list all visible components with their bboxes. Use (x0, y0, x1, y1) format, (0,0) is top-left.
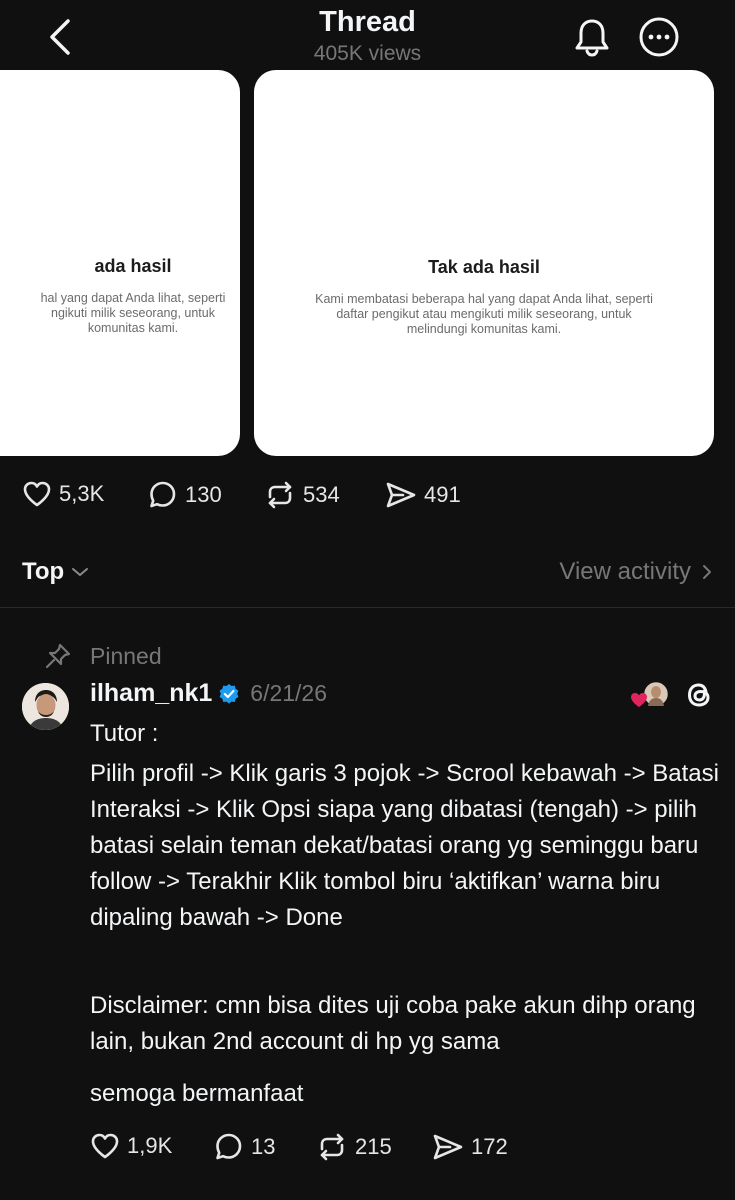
chevron-down-icon (72, 568, 89, 576)
sort-label: Top (22, 558, 65, 585)
share-button[interactable]: 491 (385, 480, 461, 510)
like-button[interactable]: 5,3K (22, 480, 104, 508)
image-text: Kami membatasi beberapa hal yang dapat A… (315, 292, 653, 336)
post-text-line: Tutor : (90, 720, 159, 747)
attached-image-2[interactable]: Tak ada hasil Kami membatasi beberapa ha… (254, 70, 714, 456)
post-text-paragraph: semoga bermanfaat (90, 1080, 304, 1107)
repost-count: 215 (355, 1134, 392, 1159)
like-count: 1,9K (127, 1133, 173, 1158)
divider (0, 607, 735, 608)
like-button[interactable]: 1,9K (90, 1132, 172, 1160)
comment-icon (150, 481, 176, 508)
image-text: hal yang dapat Anda lihat, seperti ngiku… (40, 291, 226, 335)
view-count: 405K views (313, 42, 422, 65)
share-count: 172 (471, 1134, 508, 1159)
page-title: Thread (319, 6, 416, 38)
like-count: 5,3K (59, 481, 105, 506)
post-date: 6/21/26 (250, 680, 328, 706)
sort-dropdown[interactable]: Top (22, 558, 90, 586)
repost-button[interactable]: 215 (316, 1132, 392, 1162)
thread-action-bar: 5,3K 130 534 491 (0, 476, 735, 516)
repost-count: 534 (303, 482, 340, 507)
heart-icon (23, 481, 51, 507)
comment-icon (216, 1133, 242, 1160)
share-count: 491 (424, 482, 461, 507)
heart-icon (91, 1133, 119, 1159)
avatar-image (22, 683, 69, 730)
repost-button[interactable]: 534 (264, 480, 340, 510)
repost-icon (268, 481, 292, 509)
image-heading: Tak ada hasil (428, 257, 540, 277)
liked-by-facepile[interactable] (626, 680, 670, 710)
image-content: Tak ada hasil Kami membatasi beberapa ha… (254, 257, 714, 337)
heart-icon (631, 693, 647, 707)
notifications-button[interactable] (570, 14, 614, 60)
post-text-paragraph: Pilih profil -> Klik garis 3 pojok -> Sc… (90, 760, 719, 931)
reply-count: 13 (251, 1134, 276, 1159)
replies-sort-bar: Top View activity (0, 548, 735, 598)
bell-icon (575, 19, 609, 57)
post-text-paragraph: Disclaimer: cmn bisa dites uji coba pake… (90, 992, 696, 1055)
reply-button[interactable]: 130 (148, 480, 222, 510)
verified-badge-icon (219, 683, 239, 704)
avatar[interactable] (22, 683, 69, 730)
view-activity-label: View activity (559, 558, 691, 585)
send-icon (386, 482, 416, 508)
more-icon (639, 17, 679, 57)
post-action-bar: 1,9K 13 215 172 (0, 1128, 735, 1168)
share-button[interactable]: 172 (432, 1132, 508, 1162)
reply-count: 130 (185, 482, 222, 507)
more-options-button[interactable] (636, 14, 682, 60)
image-heading: ada hasil (94, 256, 172, 276)
post-author-row: ilham_nk1 6/21/26 (90, 679, 327, 708)
send-icon (433, 1134, 463, 1160)
chevron-right-icon (703, 565, 711, 579)
attached-image-1[interactable]: ada hasil hal yang dapat Anda lihat, sep… (0, 70, 240, 456)
username-link[interactable]: ilham_nk1 (90, 679, 212, 708)
threads-logo-icon (682, 678, 716, 717)
repost-icon (320, 1133, 344, 1161)
image-content: ada hasil hal yang dapat Anda lihat, sep… (0, 256, 240, 336)
reply-button[interactable]: 13 (214, 1132, 275, 1162)
pinned-indicator: Pinned (44, 642, 162, 670)
pinned-label: Pinned (90, 642, 162, 669)
pin-icon (45, 643, 71, 669)
view-activity-link[interactable]: View activity (559, 558, 715, 586)
